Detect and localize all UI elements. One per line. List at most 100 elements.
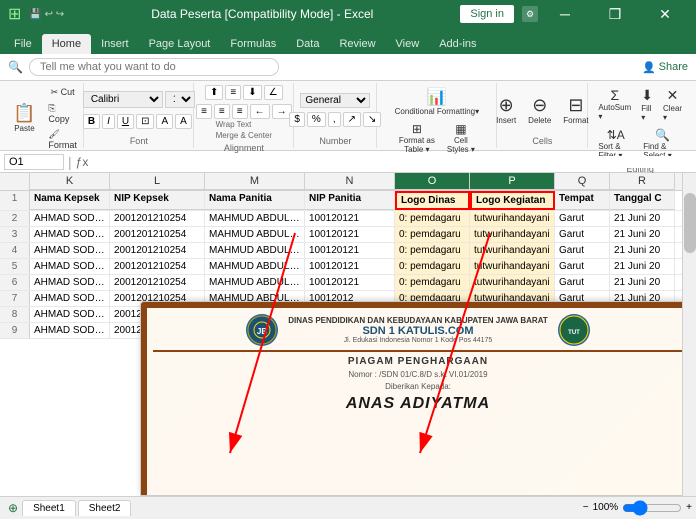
vertical-scrollbar[interactable] <box>682 173 696 496</box>
percent-button[interactable]: % <box>307 112 326 127</box>
tab-formulas[interactable]: Formulas <box>220 34 286 54</box>
add-sheet-button[interactable]: ⊕ <box>4 499 22 517</box>
sign-in-button[interactable]: Sign in <box>460 5 514 23</box>
col-r[interactable]: R <box>610 173 675 190</box>
zoom-in-button[interactable]: + <box>686 502 692 513</box>
delete-button[interactable]: ⊖ Delete <box>523 93 556 127</box>
conditional-formatting-button[interactable]: 📊 Conditional Formatting▾ <box>391 85 484 118</box>
cell: tutwurihandayani <box>470 275 555 290</box>
tab-view[interactable]: View <box>386 34 430 54</box>
cut-button[interactable]: ✂ Cut <box>44 85 81 100</box>
col-p[interactable]: P <box>470 173 555 190</box>
italic-button[interactable]: I <box>102 114 115 129</box>
col-n[interactable]: N <box>305 173 395 190</box>
cell: 0: pemdagaru <box>395 259 470 274</box>
copy-button[interactable]: ⎘ Copy <box>44 101 81 126</box>
bold-button[interactable]: B <box>83 114 100 129</box>
indent-decrease-button[interactable]: ← <box>250 104 270 119</box>
tab-file[interactable]: File <box>4 34 42 54</box>
cell-styles-button[interactable]: ▦ Cell Styles ▾ <box>443 120 479 156</box>
sheet-tab-bar: ⊕ Sheet1 Sheet2 − 100% + <box>0 496 696 518</box>
options-icon[interactable]: ⚙ <box>522 6 538 22</box>
cell: Garut <box>555 259 610 274</box>
tab-insert[interactable]: Insert <box>91 34 139 54</box>
cell: MAHMUD ABDULLAH <box>205 259 305 274</box>
cell: 2001201210254 <box>110 275 205 290</box>
editing-group: Σ AutoSum ▾ ⬇ Fill ▾ ✕ Clear ▾ ⇅A Sort &… <box>588 83 692 148</box>
cell: 100120121 <box>305 227 395 242</box>
col-l[interactable]: L <box>110 173 205 190</box>
share-icon: 👤 <box>642 61 656 74</box>
styles-group: 📊 Conditional Formatting▾ ⊞ Format as Ta… <box>377 83 497 148</box>
underline-button[interactable]: U <box>117 114 134 129</box>
col-q[interactable]: Q <box>555 173 610 190</box>
merge-center-button[interactable]: Merge & Center <box>214 130 274 141</box>
clear-icon: ✕ <box>667 87 679 104</box>
table-row: 6AHMAD SODIKIN2001201210254MAHMUD ABDULL… <box>0 275 696 291</box>
ribbon-content: 📋 Paste ✂ Cut ⎘ Copy 🖌 Format Clipboard … <box>0 81 696 151</box>
cell: 100120121 <box>305 243 395 258</box>
decimal-increase-button[interactable]: ↗ <box>343 112 361 127</box>
insert-button[interactable]: ⊕ Insert <box>491 93 521 127</box>
font-size-select[interactable]: 11 <box>165 91 195 108</box>
zoom-out-button[interactable]: − <box>583 502 589 513</box>
cert-recipient-name: ANAS ADIYATMA <box>153 395 683 413</box>
autosum-button[interactable]: Σ AutoSum ▾ <box>594 85 635 124</box>
align-left-button[interactable]: ≡ <box>196 104 212 119</box>
tell-me-input[interactable] <box>29 58 279 76</box>
currency-button[interactable]: $ <box>289 112 305 127</box>
formula-input[interactable] <box>92 156 692 168</box>
zoom-slider[interactable] <box>622 500 682 516</box>
delete-icon: ⊖ <box>532 95 547 116</box>
close-button[interactable]: ✕ <box>642 0 688 28</box>
tab-addins[interactable]: Add-ins <box>429 34 486 54</box>
font-color-button[interactable]: A <box>175 114 192 129</box>
sheet-tab-1[interactable]: Sheet1 <box>22 500 76 516</box>
align-top-button[interactable]: ⬆ <box>205 85 223 100</box>
number-format-select[interactable]: General <box>300 93 370 108</box>
insert-icon: ⊕ <box>499 95 514 116</box>
tab-home[interactable]: Home <box>42 34 91 54</box>
restore-button[interactable]: ❒ <box>592 0 638 28</box>
align-center-button[interactable]: ≡ <box>214 104 230 119</box>
find-icon: 🔍 <box>655 128 670 142</box>
sheet-tab-2[interactable]: Sheet2 <box>78 500 132 516</box>
tab-review[interactable]: Review <box>329 34 385 54</box>
col-o[interactable]: O <box>395 173 470 190</box>
cert-nomor: Nomor : /SDN 01/C.8/D s.kt VI.01/2019 <box>153 370 683 379</box>
comma-button[interactable]: , <box>328 112 341 127</box>
col-m[interactable]: M <box>205 173 305 190</box>
tab-page-layout[interactable]: Page Layout <box>139 34 221 54</box>
format-icon: ⊟ <box>568 95 583 116</box>
window-title: Data Peserta [Compatibility Mode] - Exce… <box>64 7 460 21</box>
cell: 2001201210254 <box>110 227 205 242</box>
fill-button[interactable]: ⬇ Fill ▾ <box>637 85 657 124</box>
align-right-button[interactable]: ≡ <box>232 104 248 119</box>
col-k[interactable]: K <box>30 173 110 190</box>
format-as-table-button[interactable]: ⊞ Format as Table ▾ <box>395 120 439 156</box>
share-button[interactable]: 👤 Share <box>642 61 688 74</box>
angle-text-button[interactable]: ∠ <box>264 85 283 100</box>
tab-data[interactable]: Data <box>286 34 329 54</box>
scrollbar-thumb[interactable] <box>684 193 696 253</box>
svg-text:TUT: TUT <box>568 330 580 336</box>
format-painter-button[interactable]: 🖌 Format <box>44 127 81 152</box>
border-button[interactable]: ⊡ <box>136 114 154 129</box>
align-middle-button[interactable]: ≡ <box>225 85 241 100</box>
function-button[interactable]: ƒx <box>76 155 89 169</box>
clear-button[interactable]: ✕ Clear ▾ <box>659 85 686 124</box>
cert-address: Jl. Edukasi Indonesia Nomor 1 Kode Pos 4… <box>288 337 548 344</box>
cert-divider <box>153 350 683 352</box>
cond-format-icon: 📊 <box>427 87 447 107</box>
paste-button[interactable]: 📋 Paste <box>6 102 42 135</box>
quick-access-save[interactable]: 💾 ↩ ↪ <box>29 9 64 20</box>
cell: AHMAD SODIKIN <box>30 323 110 338</box>
wrap-text-button[interactable]: Wrap Text <box>214 119 274 130</box>
align-bottom-button[interactable]: ⬇ <box>243 85 261 100</box>
cell: 100120121 <box>305 211 395 226</box>
fill-color-button[interactable]: A <box>156 114 173 129</box>
font-family-select[interactable]: Calibri <box>83 91 163 108</box>
name-box[interactable] <box>4 154 64 170</box>
minimize-button[interactable]: ─ <box>542 0 588 28</box>
cell: tutwurihandayani <box>470 211 555 226</box>
